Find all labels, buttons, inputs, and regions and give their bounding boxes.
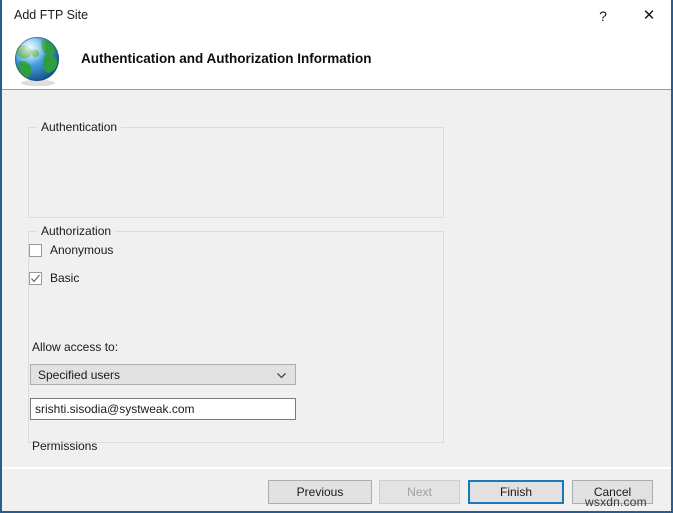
add-ftp-site-dialog: Add FTP Site ? ✕ Authentication and Auth… [0, 0, 673, 513]
help-button[interactable]: ? [581, 0, 625, 31]
page-title: Authentication and Authorization Informa… [81, 51, 372, 66]
question-mark-icon: ? [599, 7, 607, 24]
authorization-group-label: Authorization [37, 224, 116, 238]
close-button[interactable]: ✕ [627, 0, 671, 31]
watermark: wsxdn.com [585, 495, 647, 509]
globe-icon [15, 37, 59, 87]
authentication-group: Authentication [28, 120, 444, 218]
specified-users-input[interactable] [30, 398, 296, 420]
close-icon: ✕ [642, 7, 656, 24]
permissions-label: Permissions [32, 439, 98, 453]
title-bar: Add FTP Site ? ✕ [2, 0, 671, 31]
window-title: Add FTP Site [14, 8, 89, 22]
previous-button[interactable]: Previous [268, 480, 372, 504]
allow-access-label: Allow access to: [32, 340, 119, 354]
dialog-button-bar: Previous Next Finish Cancel [2, 467, 671, 511]
allow-access-select[interactable]: Specified users [30, 364, 296, 385]
chevron-down-icon [277, 373, 286, 379]
dialog-header: Authentication and Authorization Informa… [2, 31, 671, 90]
authentication-group-label: Authentication [37, 120, 122, 134]
allow-access-select-value: Specified users [38, 368, 121, 382]
dialog-body: Authentication Anonymous Basic Authoriza… [2, 91, 671, 502]
finish-button[interactable]: Finish [468, 480, 564, 504]
next-button: Next [379, 480, 460, 504]
